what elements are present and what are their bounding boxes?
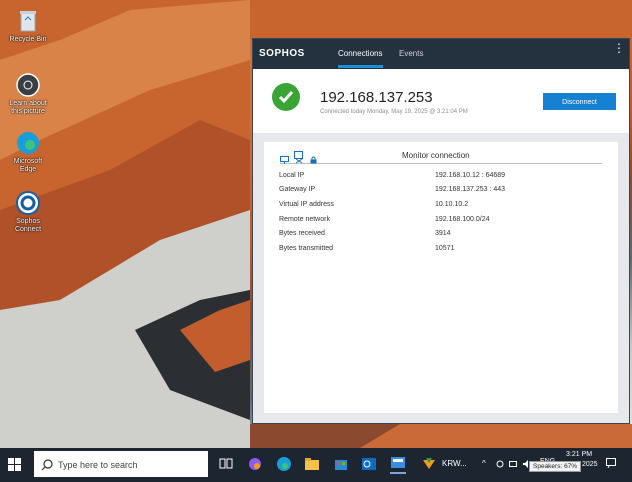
file-explorer-icon[interactable] bbox=[304, 456, 320, 472]
monitor-title: Monitor connection bbox=[402, 151, 470, 160]
task-view-icon[interactable] bbox=[218, 456, 234, 472]
tab-events[interactable]: Events bbox=[399, 49, 423, 58]
monitor-toolbar: Monitor connection bbox=[280, 151, 602, 164]
connection-ip: 192.168.137.253 bbox=[320, 89, 433, 106]
desktop-icon-recycle-bin[interactable]: Recycle Bin bbox=[5, 8, 51, 44]
desktop-icon-edge[interactable]: Microsoft Edge bbox=[5, 130, 51, 174]
disconnect-button[interactable]: Disconnect bbox=[543, 93, 616, 110]
monitor-icon[interactable] bbox=[280, 151, 289, 164]
copilot-icon[interactable] bbox=[247, 456, 263, 472]
connection-subtitle: Connected today Monday, May 19, 2025 @ 3… bbox=[320, 109, 468, 115]
sophos-taskbar-icon[interactable] bbox=[390, 456, 406, 474]
sophos-header: SOPHOS Connections Events ⋮ bbox=[253, 39, 629, 69]
camera-icon bbox=[15, 72, 41, 98]
edge-taskbar-icon[interactable] bbox=[276, 456, 292, 472]
outlook-icon[interactable] bbox=[361, 456, 377, 472]
shuffle-icon[interactable] bbox=[294, 151, 303, 164]
desktop-icon-label: Recycle Bin bbox=[9, 36, 47, 43]
taskbar-search-box[interactable]: Type here to search bbox=[34, 451, 208, 477]
store-icon[interactable] bbox=[333, 456, 349, 472]
tab-connections[interactable]: Connections bbox=[338, 49, 382, 58]
table-row: Bytes transmitted 10571 bbox=[279, 244, 455, 252]
table-row: Local IP 192.168.10.12 : 64689 bbox=[279, 171, 506, 179]
camera-tray-icon[interactable] bbox=[496, 460, 504, 468]
desktop: Recycle Bin Learn about this picture Mic… bbox=[0, 0, 632, 448]
table-row: Remote network 192.168.100.0/24 bbox=[279, 215, 490, 223]
desktop-icon-label: Microsoft Edge bbox=[13, 158, 43, 173]
clock-time[interactable]: 3:21 PM bbox=[566, 451, 592, 458]
monitor-panel: Monitor connection Local IP 192.168.10.12… bbox=[264, 142, 618, 413]
recycle-bin-icon bbox=[15, 8, 41, 34]
desktop-icon-label: Learn about this picture bbox=[9, 100, 47, 115]
desktop-icon-label: Sophos Connect bbox=[14, 218, 42, 233]
lock-icon[interactable] bbox=[309, 151, 318, 164]
desktop-icon-learn-about-picture[interactable]: Learn about this picture bbox=[5, 72, 51, 116]
connection-details-table: Local IP 192.168.10.12 : 64689 Gateway IP… bbox=[279, 168, 505, 256]
check-icon bbox=[272, 83, 300, 111]
kebab-menu-icon[interactable]: ⋮ bbox=[613, 42, 625, 54]
connection-status: 192.168.137.253 Connected today Monday, … bbox=[253, 69, 629, 133]
search-placeholder: Type here to search bbox=[58, 460, 138, 470]
chevron-up-icon[interactable]: ^ bbox=[482, 460, 490, 468]
table-row: Virtual IP address 10.10.10.2 bbox=[279, 200, 469, 208]
edge-icon bbox=[15, 130, 41, 156]
krw-app-label[interactable]: KRW... bbox=[442, 459, 467, 468]
desktop-icon-sophos-connect[interactable]: Sophos Connect bbox=[5, 190, 51, 234]
network-icon[interactable] bbox=[509, 460, 517, 468]
active-tab-indicator bbox=[338, 65, 383, 68]
search-icon bbox=[41, 458, 53, 476]
notifications-icon[interactable] bbox=[606, 458, 616, 469]
table-row: Gateway IP 192.168.137.253 : 443 bbox=[279, 186, 506, 194]
krw-app-icon[interactable] bbox=[421, 456, 437, 472]
table-row: Bytes received 3914 bbox=[279, 230, 451, 238]
clock-date[interactable]: 2025 bbox=[582, 461, 598, 468]
sophos-logo: SOPHOS bbox=[259, 48, 305, 59]
windows-start-icon[interactable] bbox=[8, 458, 22, 472]
sophos-connect-icon bbox=[15, 190, 41, 216]
sophos-connect-window: SOPHOS Connections Events ⋮ 192.168.137.… bbox=[252, 38, 630, 424]
speaker-volume-tooltip: Speakers: 67% bbox=[529, 461, 582, 472]
